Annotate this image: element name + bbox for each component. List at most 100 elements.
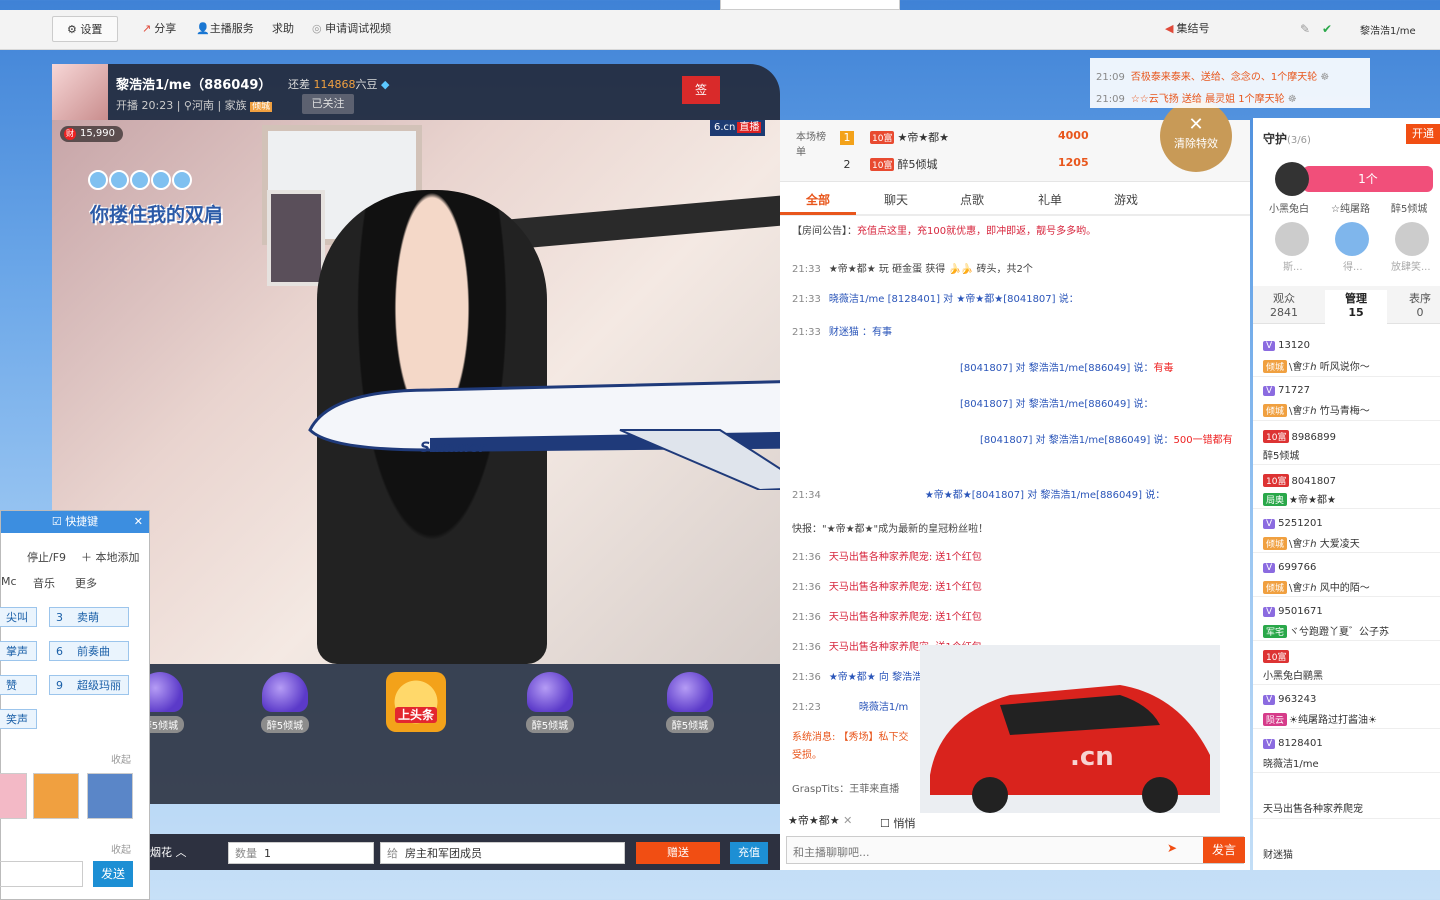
anchor-service-button[interactable]: 👤主播服务 xyxy=(196,16,254,42)
share-button[interactable]: ↗ 分享 xyxy=(142,16,176,42)
quantity-input[interactable]: 数量 1 xyxy=(228,842,374,864)
stop-shortcut[interactable]: 停止/F9 xyxy=(27,549,66,565)
list-item[interactable]: 倾城 \會ℱℎ 风中的陌～ xyxy=(1263,579,1370,594)
follow-button[interactable]: 已关注 xyxy=(302,94,354,114)
vip-icon: V xyxy=(1263,519,1276,529)
shortcut-input[interactable] xyxy=(0,861,83,887)
chat-input[interactable]: 和主播聊聊吧... ➤ 发言 xyxy=(786,836,1245,864)
streamer-avatar[interactable] xyxy=(52,64,108,120)
whisper-checkbox[interactable]: ☐ 悄悄 xyxy=(880,815,915,831)
shortcut-send-button[interactable]: 发送 xyxy=(93,861,133,887)
guard-avatar[interactable] xyxy=(1335,222,1369,256)
sound-button[interactable]: 赞 xyxy=(0,675,37,695)
gift-selector[interactable]: 烟花 ︿ xyxy=(150,842,220,864)
checkbox-icon[interactable]: ☑ xyxy=(52,515,62,528)
sound-button[interactable]: 笑声 xyxy=(0,709,37,729)
streamer-meta: 开播 20:23 | ⚲河南 | 家族 倾城 xyxy=(116,99,273,112)
list-item[interactable]: 晓薇洁1/me xyxy=(1263,755,1319,770)
gather-button[interactable]: ◀ 集结号 xyxy=(1165,16,1209,42)
tab-more[interactable]: 更多 xyxy=(75,575,97,591)
list-item[interactable]: 财迷猫 xyxy=(1263,846,1293,861)
tab-all[interactable]: 全部 xyxy=(806,191,830,208)
settings-button[interactable]: ⚙ 设置 xyxy=(52,16,118,42)
tab-mc[interactable]: Mc xyxy=(1,575,17,588)
recharge-button[interactable]: 充值 xyxy=(730,842,768,864)
current-user-name[interactable]: 黎浩浩1/me xyxy=(1360,22,1416,37)
list-item[interactable]: V 963243 xyxy=(1263,694,1316,705)
list-item[interactable]: V 9501671 xyxy=(1263,606,1323,617)
guard-member[interactable]: 斯... xyxy=(1283,258,1303,273)
say-button[interactable]: 发言 xyxy=(1203,837,1245,863)
sound-button[interactable]: 尖叫 xyxy=(0,607,37,627)
open-guard-button[interactable]: 开通 xyxy=(1406,124,1440,144)
gift-item[interactable]: 醉5倾城 xyxy=(510,672,590,733)
close-icon[interactable]: ✕ xyxy=(134,511,143,533)
help-button[interactable]: 求助 xyxy=(272,16,294,42)
audience-tabs: 观众 2841 管理 15 表序 0 xyxy=(1253,286,1440,324)
give-gift-button[interactable]: 赠送 xyxy=(636,842,720,864)
gift-item[interactable]: 醉5倾城 xyxy=(245,672,325,733)
collapse-link[interactable]: 收起 xyxy=(111,751,131,766)
apply-debug-button[interactable]: ◎ 申请调试视频 xyxy=(312,16,391,42)
tab-managers[interactable]: 管理 15 xyxy=(1325,290,1387,324)
sound-button[interactable]: 6 前奏曲 xyxy=(49,641,129,661)
list-item[interactable]: 10富 8041807 xyxy=(1263,474,1336,487)
tab-gifts[interactable]: 礼单 xyxy=(1038,191,1062,208)
list-item[interactable]: V 8128401 xyxy=(1263,738,1323,749)
list-item[interactable]: V 13120 xyxy=(1263,340,1310,351)
guard-member[interactable]: 小黑兔白 xyxy=(1269,200,1309,215)
sound-button[interactable]: 掌声 xyxy=(0,641,37,661)
list-item[interactable]: 10富 8986899 xyxy=(1263,430,1336,443)
list-item[interactable]: V 699766 xyxy=(1263,562,1316,573)
guard-avatar[interactable] xyxy=(1395,222,1429,256)
tab-order[interactable]: 表序 0 xyxy=(1389,290,1440,319)
sticker-item[interactable] xyxy=(0,773,27,819)
guard-member[interactable]: ☆纯屠路 xyxy=(1331,200,1370,215)
recipient-select[interactable]: 给 房主和军团成员 xyxy=(380,842,625,864)
close-icon[interactable]: ✕ xyxy=(843,814,852,827)
add-local-button[interactable]: ＋ 本地添加 xyxy=(81,549,140,565)
list-item[interactable]: 局奥 ★帝★都★ xyxy=(1263,491,1336,506)
tab-games[interactable]: 游戏 xyxy=(1114,191,1138,208)
check-icon[interactable]: ✔ xyxy=(1322,22,1332,36)
edit-icon[interactable]: ✎ xyxy=(1300,22,1310,36)
list-item[interactable]: V 71727 xyxy=(1263,385,1310,396)
sticker-item[interactable] xyxy=(87,773,133,819)
diamond-icon: ◆ xyxy=(381,78,390,91)
tab-audience[interactable]: 观众 2841 xyxy=(1253,290,1315,319)
guard-member[interactable]: 得... xyxy=(1343,258,1363,273)
chat-target[interactable]: ★帝★都★ ✕ xyxy=(788,812,852,828)
sound-button[interactable]: 9 超级玛丽 xyxy=(49,675,129,695)
guard-member[interactable]: 醉5倾城 xyxy=(1391,200,1427,215)
list-item[interactable]: 醉5倾城 xyxy=(1263,447,1299,462)
tab-music[interactable]: 音乐 xyxy=(33,575,55,591)
guard-avatar[interactable] xyxy=(1275,162,1309,196)
vip-icon: V xyxy=(1263,386,1276,396)
list-item[interactable]: 倾城 \會ℱℎ 大爱凌天 xyxy=(1263,535,1360,550)
guard-member[interactable]: 放肆笑... xyxy=(1391,258,1431,273)
ranking-row[interactable]: 1 10富 ★帝★都★ 4000 xyxy=(840,129,1089,145)
list-item[interactable]: 军宅 ヾ兮跑蹬丫夏゛公子苏 xyxy=(1263,623,1389,638)
tab-chat[interactable]: 聊天 xyxy=(884,191,908,208)
chat-message: [8041807] 对 黎浩浩1/me[886049] 说： xyxy=(960,399,1154,410)
sign-in-flag[interactable]: 签 xyxy=(682,76,720,104)
guard-avatar[interactable] xyxy=(1275,222,1309,256)
list-item[interactable]: 倾城 \會ℱℎ 竹马青梅～ xyxy=(1263,402,1370,417)
list-item[interactable]: 陨云 ☀纯屠路过打酱油☀ xyxy=(1263,711,1377,726)
chat-message: [8041807] 对 黎浩浩1/me[886049] 说：有毒 xyxy=(960,363,1174,374)
list-item[interactable]: 倾城 \會ℱℎ 听风说你～ xyxy=(1263,358,1370,373)
tab-song[interactable]: 点歌 xyxy=(960,191,984,208)
gift-item[interactable]: 醉5倾城 xyxy=(650,672,730,733)
clear-effects-button[interactable]: ✕ 清除特效 xyxy=(1160,100,1232,172)
collapse-link-2[interactable]: 收起 xyxy=(111,841,131,856)
list-item[interactable]: 10富 xyxy=(1263,650,1291,663)
divider xyxy=(1253,508,1440,509)
list-item[interactable]: 天马出售各种家养爬宠 xyxy=(1263,800,1363,815)
list-item[interactable]: 小黑兔白鹂黑 xyxy=(1263,667,1323,682)
headline-gift-button[interactable]: 上头条 xyxy=(386,672,446,732)
ranking-row[interactable]: 2 10富 醉5倾城 1205 xyxy=(840,156,1089,172)
sound-button[interactable]: 3 卖萌 xyxy=(49,607,129,627)
sticker-item[interactable] xyxy=(33,773,79,819)
list-item[interactable]: V 5251201 xyxy=(1263,518,1323,529)
vip-icon: V xyxy=(1263,607,1276,617)
